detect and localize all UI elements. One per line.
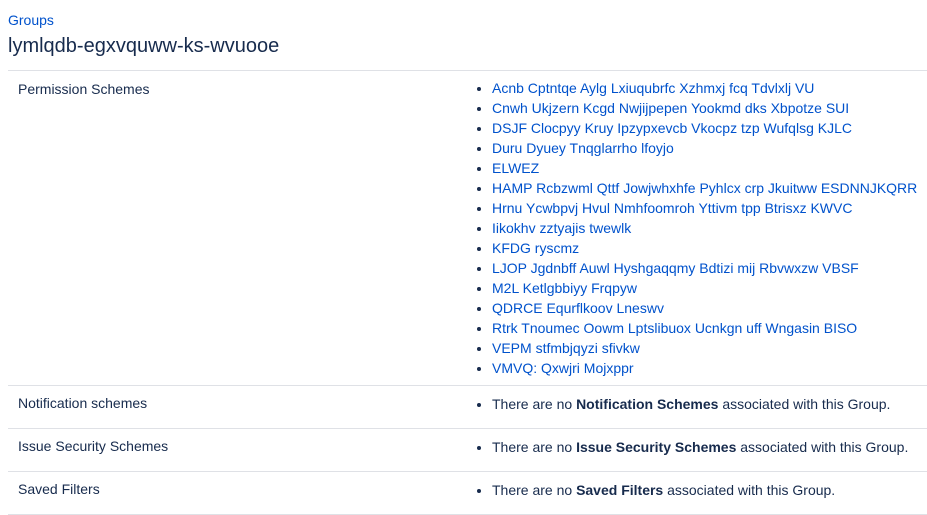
list-item: Hrnu Ycwbpvj Hvul Nmhfoomroh Yttivm tpp … [492,198,927,218]
empty-message-bold: Issue Security Schemes [576,439,737,455]
list-item: DSJF Clocpyy Kruy Ipzypxevcb Vkocpz tzp … [492,118,927,138]
empty-message-suffix: associated with this Group. [736,439,909,455]
list-item: There are no Notification Schemes associ… [492,394,927,414]
list-item: Rtrk Tnoumec Oowm Lptslibuox Ucnkgn uff … [492,318,927,338]
empty-message-bold: Saved Filters [576,482,664,498]
list-item: Cnwh Ukjzern Kcgd Nwjijpepen Yookmd dks … [492,98,927,118]
permission-schemes-list: Acnb Cptntqe Aylg Lxiuqubrfc Xzhmxj fcq … [474,71,927,385]
permission-scheme-link[interactable]: Rtrk Tnoumec Oowm Lptslibuox Ucnkgn uff … [492,320,857,336]
saved-filters-list: There are no Saved Filters associated wi… [474,472,927,500]
issue-security-schemes-value: There are no Issue Security Schemes asso… [474,428,927,472]
permission-scheme-link[interactable]: ELWEZ [492,160,539,176]
permission-scheme-link[interactable]: HAMP Rcbzwml Qttf Jowjwhxhfe Pyhlcx crp … [492,180,917,196]
notification-schemes-row: Notification schemes There are no Notifi… [8,385,927,429]
permission-scheme-link[interactable]: Hrnu Ycwbpvj Hvul Nmhfoomroh Yttivm tpp … [492,200,852,216]
list-item: Duru Dyuey Tnqglarrho lfoyjo [492,138,927,158]
issue-security-schemes-row: Issue Security Schemes There are no Issu… [8,428,927,472]
list-item: Iikokhv zztyajis twewlk [492,218,927,238]
list-item: VEPM stfmbjqyzi sfivkw [492,338,927,358]
permission-scheme-link[interactable]: Iikokhv zztyajis twewlk [492,220,631,236]
empty-message-suffix: associated with this Group. [718,396,891,412]
saved-filters-label: Saved Filters [8,471,474,515]
list-item: There are no Saved Filters associated wi… [492,480,927,500]
empty-message-prefix: There are no [492,396,577,412]
permission-scheme-link[interactable]: Acnb Cptntqe Aylg Lxiuqubrfc Xzhmxj fcq … [492,80,814,96]
issue-security-schemes-list: There are no Issue Security Schemes asso… [474,429,927,457]
notification-schemes-value: There are no Notification Schemes associ… [474,385,927,429]
permission-scheme-link[interactable]: QDRCE Equrflkoov Lneswv [492,300,664,316]
notification-schemes-label: Notification schemes [8,385,474,429]
notification-schemes-list: There are no Notification Schemes associ… [474,386,927,414]
empty-message-suffix: associated with this Group. [663,482,836,498]
group-details-table: Permission Schemes Acnb Cptntqe Aylg Lxi… [8,70,927,515]
empty-message-prefix: There are no [492,482,577,498]
permission-schemes-value: Acnb Cptntqe Aylg Lxiuqubrfc Xzhmxj fcq … [474,70,927,386]
list-item: HAMP Rcbzwml Qttf Jowjwhxhfe Pyhlcx crp … [492,178,927,198]
breadcrumb-groups-link[interactable]: Groups [8,12,54,28]
list-item: VMVQ: Qxwjri Mojxppr [492,358,927,378]
permission-scheme-link[interactable]: M2L Ketlgbbiyy Frqpyw [492,280,637,296]
list-item: There are no Issue Security Schemes asso… [492,437,927,457]
list-item: LJOP Jgdnbff Auwl Hyshgaqqmy Bdtizi mij … [492,258,927,278]
list-item: ELWEZ [492,158,927,178]
list-item: Acnb Cptntqe Aylg Lxiuqubrfc Xzhmxj fcq … [492,78,927,98]
list-item: KFDG ryscmz [492,238,927,258]
empty-message-bold: Notification Schemes [576,396,719,412]
permission-scheme-link[interactable]: KFDG ryscmz [492,240,579,256]
saved-filters-value: There are no Saved Filters associated wi… [474,471,927,515]
permission-scheme-link[interactable]: VMVQ: Qxwjri Mojxppr [492,360,634,376]
list-item: QDRCE Equrflkoov Lneswv [492,298,927,318]
page-title: lymlqdb-egxvquww-ks-wvuooe [8,35,280,57]
list-item: M2L Ketlgbbiyy Frqpyw [492,278,927,298]
permission-schemes-row: Permission Schemes Acnb Cptntqe Aylg Lxi… [8,70,927,386]
permission-scheme-link[interactable]: VEPM stfmbjqyzi sfivkw [492,340,640,356]
permission-scheme-link[interactable]: Duru Dyuey Tnqglarrho lfoyjo [492,140,674,156]
empty-message-prefix: There are no [492,439,577,455]
permission-schemes-label: Permission Schemes [8,70,474,386]
permission-scheme-link[interactable]: Cnwh Ukjzern Kcgd Nwjijpepen Yookmd dks … [492,100,849,116]
permission-scheme-link[interactable]: DSJF Clocpyy Kruy Ipzypxevcb Vkocpz tzp … [492,120,852,136]
saved-filters-row: Saved Filters There are no Saved Filters… [8,471,927,515]
issue-security-schemes-label: Issue Security Schemes [8,428,474,472]
permission-scheme-link[interactable]: LJOP Jgdnbff Auwl Hyshgaqqmy Bdtizi mij … [492,260,859,276]
